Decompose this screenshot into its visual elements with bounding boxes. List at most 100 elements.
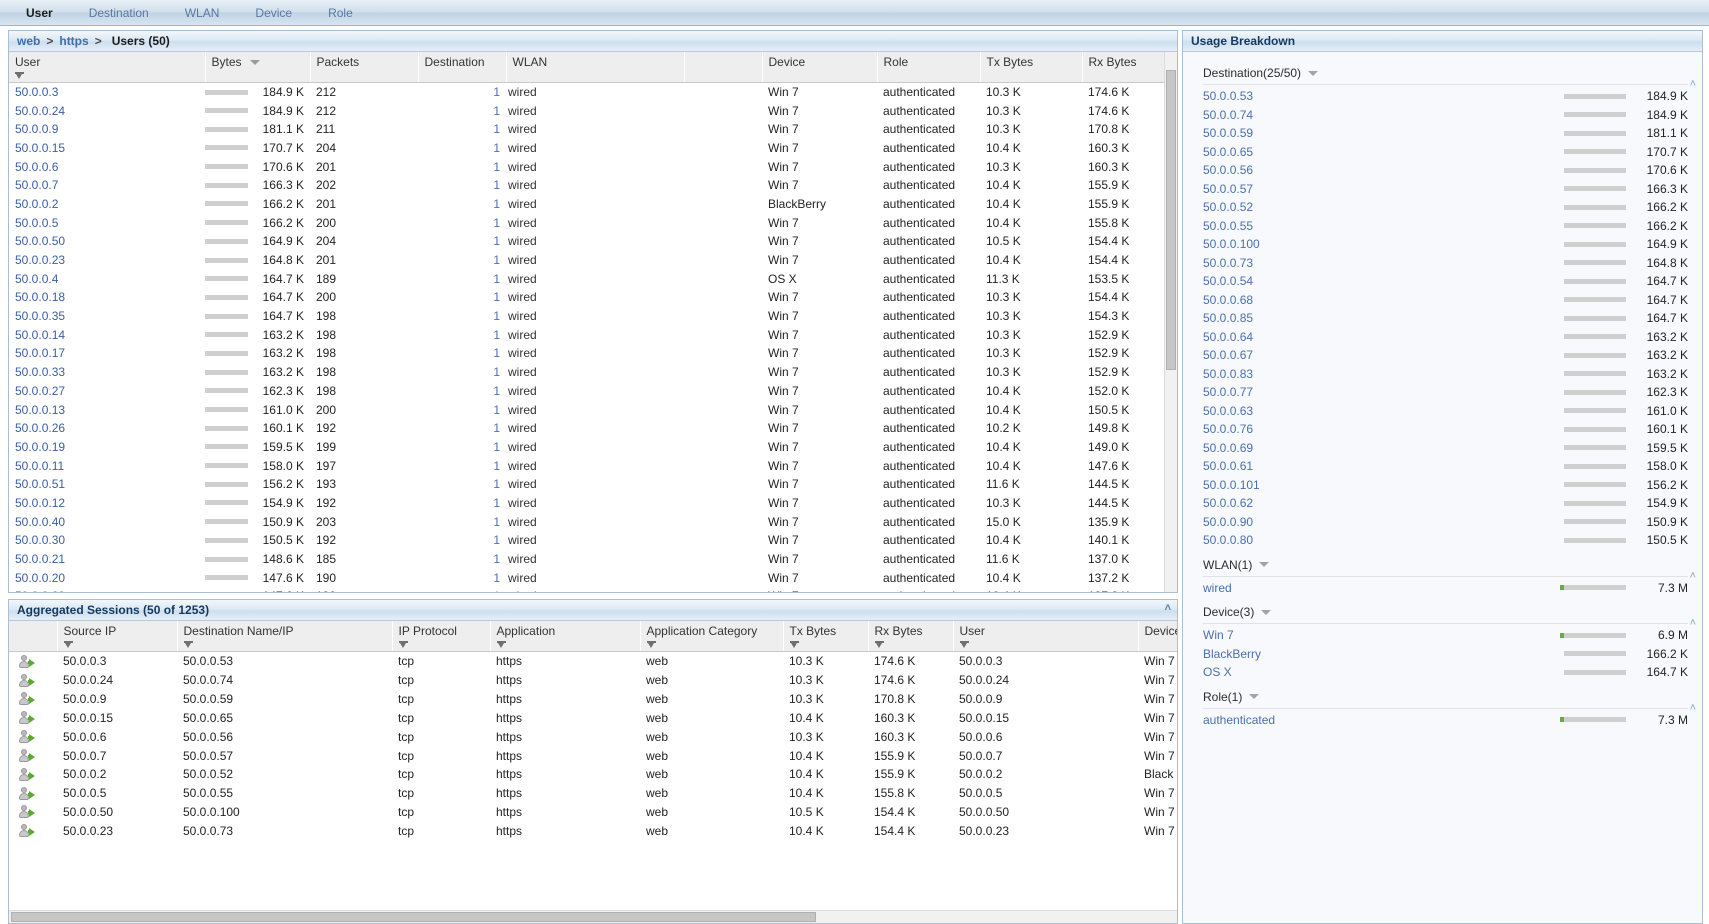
usage-row[interactable]: 50.0.0.63 161.0 K: [1195, 402, 1688, 421]
col-ip-protocol[interactable]: IP Protocol: [392, 621, 491, 652]
usage-row-label[interactable]: 50.0.0.80: [1203, 533, 1508, 547]
cell-user[interactable]: 50.0.0.24: [9, 101, 205, 120]
col-tx-bytes[interactable]: Tx Bytes: [980, 52, 1083, 83]
cell-user[interactable]: 50.0.0.4: [9, 269, 205, 288]
table-row[interactable]: 50.0.0.5 50.0.0.55 tcp https web 10.4 K 155.8 …: [9, 784, 1177, 803]
cell-user[interactable]: 50.0.0.23: [9, 251, 205, 270]
usage-row-label[interactable]: 50.0.0.67: [1203, 348, 1508, 362]
usage-row[interactable]: 50.0.0.85 164.7 K: [1195, 309, 1688, 328]
table-row[interactable]: 50.0.0.3 50.0.0.53 tcp https web 10.3 K 174.6 …: [9, 652, 1177, 671]
table-row[interactable]: 50.0.0.2 166.2 K 201 1 wired BlackBerry authen…: [9, 195, 1172, 214]
cell-user[interactable]: 50.0.0.12: [9, 494, 205, 513]
usage-row[interactable]: 50.0.0.69 159.5 K: [1195, 439, 1688, 458]
usage-row[interactable]: 50.0.0.54 164.7 K: [1195, 272, 1688, 291]
usage-row[interactable]: 50.0.0.80 150.5 K: [1195, 531, 1688, 550]
cell-user[interactable]: 50.0.0.35: [9, 307, 205, 326]
usage-row[interactable]: 50.0.0.77 162.3 K: [1195, 383, 1688, 402]
usage-row[interactable]: 50.0.0.56 170.6 K: [1195, 161, 1688, 180]
table-row[interactable]: 50.0.0.21 148.6 K 185 1 wired Win 7 authentica…: [9, 550, 1172, 569]
filter-icon[interactable]: [15, 72, 24, 80]
collapse-icon[interactable]: ˄: [1690, 570, 1696, 582]
usage-row[interactable]: 50.0.0.73 164.8 K: [1195, 254, 1688, 273]
collapse-icon[interactable]: ˄: [1690, 78, 1696, 90]
chevron-down-icon[interactable]: [1259, 562, 1270, 567]
usage-row-label[interactable]: 50.0.0.77: [1203, 385, 1508, 399]
table-row[interactable]: 50.0.0.2 50.0.0.52 tcp https web 10.4 K 155.9 …: [9, 765, 1177, 784]
table-row[interactable]: 50.0.0.7 166.3 K 202 1 wired Win 7 authenticat…: [9, 176, 1172, 195]
tab-wlan[interactable]: WLAN: [167, 0, 238, 26]
table-row[interactable]: 50.0.0.15 50.0.0.65 tcp https web 10.4 K 160.3…: [9, 708, 1177, 727]
usage-row-label[interactable]: 50.0.0.65: [1203, 145, 1508, 159]
table-row[interactable]: 50.0.0.26 160.1 K 192 1 wired Win 7 authentica…: [9, 419, 1172, 438]
col-role[interactable]: Role: [877, 52, 981, 83]
usage-row[interactable]: 50.0.0.64 163.2 K: [1195, 328, 1688, 347]
table-row[interactable]: 50.0.0.23 164.8 K 201 1 wired Win 7 authentica…: [9, 251, 1172, 270]
cell-user[interactable]: 50.0.0.18: [9, 288, 205, 307]
usage-row-label[interactable]: 50.0.0.61: [1203, 459, 1508, 473]
usage-row-label[interactable]: 50.0.0.76: [1203, 422, 1508, 436]
usage-row-label[interactable]: 50.0.0.83: [1203, 367, 1508, 381]
tab-user[interactable]: User: [8, 0, 71, 26]
usage-row[interactable]: 50.0.0.57 166.3 K: [1195, 180, 1688, 199]
col-application[interactable]: Application: [490, 621, 641, 652]
table-row[interactable]: 50.0.0.20 147.6 K 190 1 wired Win 7 authentica…: [9, 568, 1172, 587]
cell-user[interactable]: 50.0.0.6: [9, 157, 205, 176]
table-row[interactable]: 50.0.0.29 147.6 K 1901wired Win 7authentica…: [9, 587, 1172, 592]
cell-user[interactable]: 50.0.0.15: [9, 139, 205, 158]
col-device[interactable]: Device: [762, 52, 878, 83]
table-row[interactable]: 50.0.0.6 170.6 K 201 1 wired Win 7 authenticat…: [9, 157, 1172, 176]
sessions-horizontal-scrollbar[interactable]: [9, 910, 1177, 923]
usage-group-header[interactable]: WLAN(1): [1195, 550, 1688, 576]
table-row[interactable]: 50.0.0.12 154.9 K 192 1 wired Win 7 authentica…: [9, 494, 1172, 513]
tab-role[interactable]: Role: [310, 0, 371, 26]
users-vertical-scrollbar[interactable]: [1164, 52, 1177, 592]
cell-user[interactable]: 50.0.0.29: [9, 587, 205, 592]
users-scroll-thumb[interactable]: [1166, 70, 1176, 370]
filter-icon[interactable]: [789, 641, 799, 649]
usage-row[interactable]: 50.0.0.59 181.1 K: [1195, 124, 1688, 143]
col-packets[interactable]: Packets: [310, 52, 419, 83]
usage-row[interactable]: 50.0.0.52 166.2 K: [1195, 198, 1688, 217]
cell-user[interactable]: 50.0.0.17: [9, 344, 205, 363]
usage-row[interactable]: 50.0.0.83 163.2 K: [1195, 365, 1688, 384]
usage-row-label[interactable]: wired: [1203, 581, 1508, 595]
cell-user[interactable]: 50.0.0.50: [9, 232, 205, 251]
filter-icon[interactable]: [183, 641, 193, 649]
usage-row[interactable]: 50.0.0.53 184.9 K: [1195, 87, 1688, 106]
table-row[interactable]: 50.0.0.33 163.2 K 198 1 wired Win 7 authentica…: [9, 363, 1172, 382]
col-sess-tx-bytes[interactable]: Tx Bytes: [783, 621, 869, 652]
table-row[interactable]: 50.0.0.15 170.7 K 204 1 wired Win 7 authentica…: [9, 139, 1172, 158]
table-row[interactable]: 50.0.0.14 163.2 K 198 1 wired Win 7 authentica…: [9, 325, 1172, 344]
cell-user[interactable]: 50.0.0.9: [9, 120, 205, 139]
collapse-icon[interactable]: ˄: [1690, 702, 1696, 714]
col-wlan[interactable]: WLAN: [506, 52, 685, 83]
cell-user[interactable]: 50.0.0.2: [9, 195, 205, 214]
col-bytes[interactable]: Bytes: [205, 52, 311, 83]
cell-user[interactable]: 50.0.0.27: [9, 382, 205, 401]
table-row[interactable]: 50.0.0.24 50.0.0.74 tcp https web 10.3 K 174.6…: [9, 671, 1177, 690]
filter-icon[interactable]: [959, 641, 969, 649]
cell-user[interactable]: 50.0.0.14: [9, 325, 205, 344]
collapse-icon[interactable]: ˄: [1690, 617, 1696, 629]
usage-row-label[interactable]: 50.0.0.57: [1203, 182, 1508, 196]
cell-user[interactable]: 50.0.0.26: [9, 419, 205, 438]
usage-row[interactable]: 50.0.0.62 154.9 K: [1195, 494, 1688, 513]
chevron-down-icon[interactable]: [1261, 609, 1272, 615]
usage-row[interactable]: 50.0.0.61 158.0 K: [1195, 457, 1688, 476]
table-row[interactable]: 50.0.0.24 184.9 K 212 1 wired Win 7 authentica…: [9, 101, 1172, 120]
usage-row-label[interactable]: 50.0.0.90: [1203, 515, 1508, 529]
breadcrumb-web[interactable]: web: [17, 34, 40, 48]
usage-group-header[interactable]: Role(1): [1195, 682, 1688, 708]
usage-row[interactable]: 50.0.0.76 160.1 K: [1195, 420, 1688, 439]
table-row[interactable]: 50.0.0.6 50.0.0.56 tcp https web 10.3 K 160.3 …: [9, 727, 1177, 746]
col-destination-name-ip[interactable]: Destination Name/IP: [177, 621, 393, 652]
usage-row-label[interactable]: 50.0.0.100: [1203, 237, 1508, 251]
table-row[interactable]: 50.0.0.9 181.1 K 211 1 wired Win 7 authenticat…: [9, 120, 1172, 139]
usage-row[interactable]: authenticated 7.3 M: [1195, 711, 1688, 730]
usage-row-label[interactable]: 50.0.0.62: [1203, 496, 1508, 510]
usage-row-label[interactable]: OS X: [1203, 665, 1508, 679]
usage-row[interactable]: 50.0.0.101 156.2 K: [1195, 476, 1688, 495]
col-sess-user[interactable]: User: [953, 621, 1139, 652]
usage-row[interactable]: Win 7 6.9 M: [1195, 626, 1688, 645]
table-row[interactable]: 50.0.0.4 164.7 K 189 1 wired OS X authenticate…: [9, 269, 1172, 288]
